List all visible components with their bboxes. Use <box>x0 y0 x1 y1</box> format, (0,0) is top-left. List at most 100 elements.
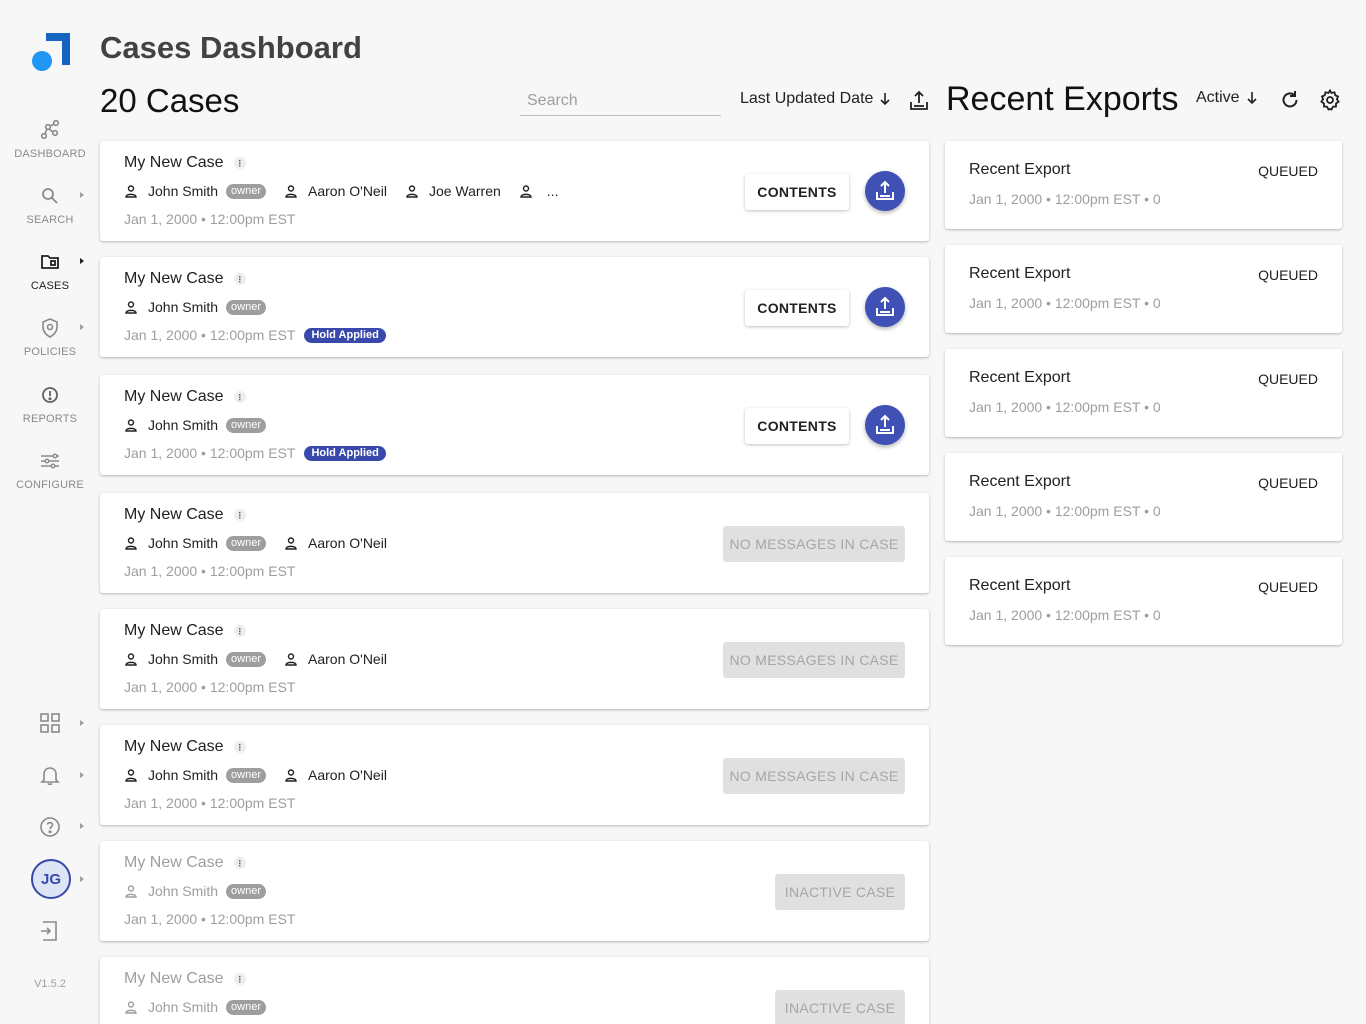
sliders-icon <box>41 453 59 469</box>
contents-button[interactable]: CONTENTS <box>745 408 849 444</box>
export-meta: Jan 1, 2000 • 12:00pm EST • 0 <box>969 191 1161 207</box>
member-more[interactable]: ... <box>519 183 559 199</box>
nav-dashboard[interactable]: DASHBOARD <box>0 118 100 160</box>
case-meta: Jan 1, 2000 • 12:00pm EST <box>124 563 296 579</box>
export-card[interactable]: Recent Export QUEUED Jan 1, 2000 • 12:00… <box>945 557 1342 645</box>
case-name: My New Case ⋮ <box>124 970 246 987</box>
chevron-right-icon <box>80 192 84 198</box>
case-meta: Jan 1, 2000 • 12:00pm EST Hold Applied <box>124 445 386 461</box>
member: Aaron O'Neil <box>284 183 387 199</box>
case-info-icon[interactable]: ⋮ <box>233 273 246 285</box>
case-info-icon[interactable]: ⋮ <box>233 157 246 169</box>
nav-reports[interactable]: REPORTS <box>0 383 100 425</box>
person-icon <box>125 769 137 782</box>
more-members: ... <box>546 183 559 199</box>
search-input[interactable] <box>527 91 734 110</box>
case-info-icon[interactable]: ⋮ <box>233 509 246 521</box>
export-icon[interactable] <box>907 89 931 113</box>
export-status: QUEUED <box>1258 579 1318 595</box>
case-meta: Jan 1, 2000 • 12:00pm EST <box>124 211 296 227</box>
page-title: Cases Dashboard <box>100 30 362 65</box>
export-case-button[interactable] <box>865 287 905 327</box>
chevron-right-icon <box>80 876 84 882</box>
owner-badge: owner <box>226 767 267 783</box>
nav-search[interactable]: SEARCH <box>0 184 100 226</box>
inactive-case-button: INACTIVE CASE <box>775 990 905 1024</box>
gear-icon[interactable] <box>1318 88 1342 112</box>
export-name: Recent Export <box>969 265 1071 282</box>
member-owner: John Smith owner <box>124 417 267 433</box>
export-name: Recent Export <box>969 473 1071 490</box>
case-members: John Smith owner Aaron O'Neil Joe Warren… <box>124 183 576 199</box>
sort-button[interactable]: Last Updated Date <box>740 90 891 108</box>
case-name: My New Case ⋮ <box>124 154 246 171</box>
graph-nodes-icon <box>40 119 60 140</box>
case-card[interactable]: My New Case ⋮ John Smith owner Jan 1, 20… <box>100 257 929 357</box>
person-icon <box>125 1001 137 1014</box>
case-info-icon[interactable]: ⋮ <box>233 741 246 753</box>
person-icon <box>520 185 532 198</box>
user-avatar[interactable]: JG <box>31 859 71 899</box>
export-card[interactable]: Recent Export QUEUED Jan 1, 2000 • 12:00… <box>945 141 1342 229</box>
nav-configure[interactable]: CONFIGURE <box>0 449 100 491</box>
member: Aaron O'Neil <box>284 767 387 783</box>
folder-icon <box>41 255 59 269</box>
export-case-button[interactable] <box>865 405 905 445</box>
active-filter-button[interactable]: Active <box>1196 89 1258 107</box>
case-info-icon[interactable]: ⋮ <box>233 857 246 869</box>
case-name: My New Case ⋮ <box>124 854 246 871</box>
owner-badge: owner <box>226 299 267 315</box>
case-info-icon[interactable]: ⋮ <box>233 973 246 985</box>
arrow-down-icon <box>880 93 890 106</box>
export-status: QUEUED <box>1258 163 1318 179</box>
contents-button[interactable]: CONTENTS <box>745 290 849 326</box>
case-info-icon[interactable]: ⋮ <box>233 391 246 403</box>
chevron-right-icon <box>80 324 84 330</box>
app-logo-icon[interactable] <box>32 33 70 73</box>
person-icon <box>285 185 297 198</box>
case-card[interactable]: My New Case ⋮ John Smith owner Aaron O'N… <box>100 609 929 709</box>
no-messages-button: NO MESSAGES IN CASE <box>723 758 905 794</box>
case-card[interactable]: My New Case ⋮ John Smith owner Aaron O'N… <box>100 493 929 593</box>
case-name: My New Case ⋮ <box>124 622 246 639</box>
apps-grid-icon[interactable] <box>38 711 62 735</box>
alert-circle-icon <box>42 387 58 403</box>
bell-icon[interactable] <box>38 763 62 787</box>
nav-cases[interactable]: CASES <box>0 250 100 292</box>
arrow-down-icon <box>1247 92 1257 105</box>
case-card[interactable]: My New Case ⋮ John Smith owner Jan 1, 20… <box>100 841 929 941</box>
case-members: John Smith owner Aaron O'Neil <box>124 651 405 667</box>
case-card[interactable]: My New Case ⋮ John Smith owner Jan 1, 20… <box>100 375 929 475</box>
case-members: John Smith owner <box>124 883 284 899</box>
owner-badge: owner <box>226 651 267 667</box>
owner-badge: owner <box>226 183 267 199</box>
app-version: V1.5.2 <box>34 978 66 990</box>
member-owner: John Smith owner <box>124 767 267 783</box>
sort-label: Last Updated Date <box>740 90 874 107</box>
person-icon <box>285 653 297 666</box>
export-name: Recent Export <box>969 369 1071 386</box>
help-icon[interactable] <box>38 815 62 839</box>
case-card[interactable]: My New Case ⋮ John Smith owner Aaron O'N… <box>100 725 929 825</box>
export-card[interactable]: Recent Export QUEUED Jan 1, 2000 • 12:00… <box>945 453 1342 541</box>
refresh-icon[interactable] <box>1278 88 1302 112</box>
case-card[interactable]: My New Case ⋮ John Smith owner Aaron O'N… <box>100 141 929 241</box>
export-case-button[interactable] <box>865 171 905 211</box>
chevron-right-icon <box>80 823 84 829</box>
export-card[interactable]: Recent Export QUEUED Jan 1, 2000 • 12:00… <box>945 245 1342 333</box>
export-card[interactable]: Recent Export QUEUED Jan 1, 2000 • 12:00… <box>945 349 1342 437</box>
nav-label: REPORTS <box>22 413 78 425</box>
export-icon <box>876 414 894 434</box>
person-icon <box>125 653 137 666</box>
export-name: Recent Export <box>969 161 1071 178</box>
case-card[interactable]: My New Case ⋮ John Smith owner INACTIVE … <box>100 957 929 1024</box>
export-icon <box>876 296 894 316</box>
contents-button[interactable]: CONTENTS <box>745 174 849 210</box>
chevron-right-icon <box>80 720 84 726</box>
case-info-icon[interactable]: ⋮ <box>233 625 246 637</box>
chevron-right-icon <box>80 258 84 264</box>
logout-icon[interactable] <box>38 919 62 943</box>
hold-applied-badge: Hold Applied <box>304 445 386 461</box>
nav-policies[interactable]: POLICIES <box>0 316 100 358</box>
member: Joe Warren <box>405 183 501 199</box>
